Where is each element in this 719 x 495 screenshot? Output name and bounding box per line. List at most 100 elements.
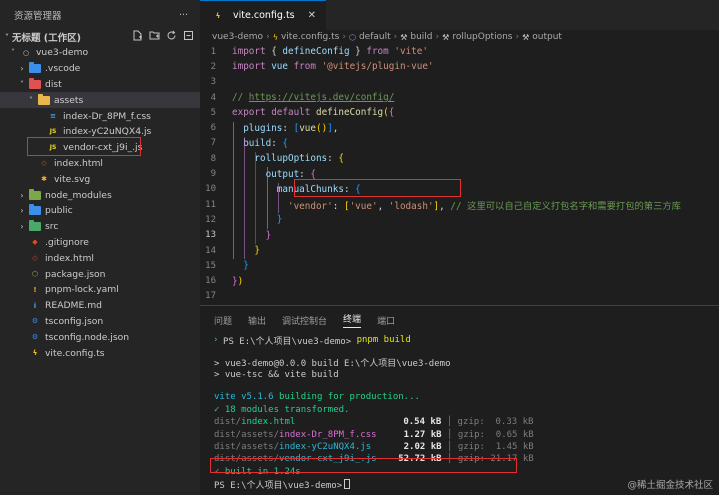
breadcrumb-item[interactable]: build (410, 32, 432, 42)
code-token: '@vitejs/plugin-vue' (321, 61, 434, 73)
output-size: 1.27 kB (403, 429, 442, 440)
workspace-section[interactable]: ˅ 无标题 (工作区) (0, 30, 200, 44)
collapse-all-icon[interactable] (183, 30, 194, 41)
tree-item[interactable]: ! pnpm-lock.yaml (0, 282, 200, 298)
code-line[interactable]: 16}) (200, 273, 719, 288)
tree-item[interactable]: ◇ index.html (0, 250, 200, 266)
line-number: 16 (205, 276, 216, 287)
code-token: https://vitejs.dev/config/ (248, 92, 395, 104)
tree-item[interactable]: › public (0, 203, 200, 219)
code-token: , (377, 200, 389, 212)
tree-item[interactable]: ◇ index.html (0, 156, 200, 172)
tree-item[interactable]: ⚙ tsconfig.json (0, 314, 200, 330)
code-token: : (332, 200, 344, 212)
code-line[interactable]: 8 rollupOptions: { (200, 151, 719, 166)
wrench-icon: ⚒ (522, 32, 530, 42)
tree-item[interactable]: ⬡ package.json (0, 266, 200, 282)
panel-tab[interactable]: 调试控制台 (282, 314, 327, 327)
tree-item[interactable]: ˅ assets (0, 92, 200, 109)
tree-item-label: index.html (54, 157, 103, 169)
editor-tab-bar: ϟ vite.config.ts ✕ (200, 0, 719, 30)
code-token: , (332, 122, 339, 134)
terminal-output: > vue3-demo@0.0.0 build E:\个人项目\vue3-dem… (214, 359, 451, 370)
code-line[interactable]: 7 build: { (200, 136, 719, 151)
tree-item-label: public (45, 205, 73, 217)
tree-item[interactable]: i README.md (0, 298, 200, 314)
tree-item[interactable]: ⚙ tsconfig.node.json (0, 329, 200, 345)
line-number: 9 (210, 169, 216, 180)
code-line[interactable]: 4 // https://vitejs.dev/config/ (200, 90, 719, 105)
tree-item[interactable]: › .vscode (0, 61, 200, 77)
chevron-down-icon: ˅ (20, 79, 24, 89)
indent-guide (244, 136, 246, 260)
code-token: plugins (232, 122, 283, 134)
code-token: 'lodash' (388, 200, 434, 212)
bottom-panel: 问题 输出 调试控制台 终端 端口 › PS E:\个人项目\vue3-demo> pn… (200, 305, 719, 495)
tree-item[interactable]: ◆ .gitignore (0, 235, 200, 251)
breadcrumb-item[interactable]: rollupOptions (452, 32, 512, 42)
tree-item[interactable]: ϟ vite.config.ts (0, 345, 200, 361)
panel-tab[interactable]: 端口 (377, 314, 395, 327)
tree-item[interactable]: ˅ ○ vue3-demo (0, 45, 200, 61)
chevron-right-icon: › (435, 32, 440, 42)
code-line[interactable]: 5 export default defineConfig({ (200, 105, 719, 120)
panel-tab[interactable]: 问题 (214, 314, 232, 327)
output-file: index-yC2uNQX4.js (279, 441, 372, 452)
tree-item[interactable]: › node_modules (0, 187, 200, 203)
code-line[interactable]: 15 } (200, 258, 719, 273)
panel-tab[interactable]: 输出 (248, 314, 266, 327)
html-file-icon: ◇ (32, 254, 38, 263)
tree-item[interactable]: › src (0, 219, 200, 235)
folder-icon (29, 62, 41, 74)
code-token: : (327, 153, 339, 165)
breadcrumb-item[interactable]: vue3-demo (212, 32, 263, 42)
breadcrumb-item[interactable]: default (359, 32, 391, 42)
code-token: () (315, 122, 328, 134)
code-line[interactable]: 17 (200, 289, 719, 304)
tree-item[interactable]: ≡ index-Dr_8PM_f.css (0, 108, 200, 124)
code-line[interactable]: 12 } (200, 212, 719, 227)
code-text: export default defineConfig({ (232, 107, 394, 118)
panel-tab[interactable]: 终端 (343, 312, 362, 328)
code-view[interactable]: 1 import { defineConfig } from 'vite' 2 imp… (200, 44, 719, 304)
code-line[interactable]: 3 (200, 75, 719, 90)
line-number: 6 (210, 123, 216, 134)
code-text: } (232, 230, 272, 241)
indent-guide (255, 152, 257, 244)
code-token: { (338, 153, 344, 165)
close-icon[interactable]: ✕ (308, 10, 316, 21)
code-line[interactable]: 2 import vue from '@vitejs/plugin-vue' (200, 59, 719, 74)
refresh-icon[interactable] (166, 30, 177, 41)
new-folder-icon[interactable] (149, 30, 160, 41)
code-text: import { defineConfig } from 'vite' (232, 46, 428, 57)
code-token: { (271, 46, 283, 58)
output-dir: dist/assets/ (214, 429, 280, 440)
code-text: 'vendor': ['vue', 'lodash'], // 这里可以自己自定… (232, 198, 681, 212)
tree-item-label: dist (45, 78, 62, 90)
code-line[interactable]: 13 } (200, 228, 719, 243)
tab-vite-config[interactable]: ϟ vite.config.ts ✕ (200, 0, 327, 30)
chevron-right-icon: › (20, 190, 24, 200)
code-token: vue (271, 61, 294, 73)
code-token: 'vite' (394, 46, 428, 58)
line-number: 14 (205, 245, 216, 256)
breadcrumb-item[interactable]: output (532, 32, 562, 42)
tree-item-label: tsconfig.json (45, 315, 104, 327)
line-number: 15 (205, 260, 216, 271)
code-line[interactable]: 6 plugins: [vue()], (200, 120, 719, 135)
code-token: rollupOptions (232, 153, 328, 165)
code-token: : (282, 122, 294, 134)
tree-item[interactable]: ✱ vite.svg (0, 171, 200, 187)
code-token: : (299, 168, 311, 180)
tree-item-label: vite.svg (54, 173, 91, 185)
folder-icon (38, 93, 50, 106)
code-line[interactable]: 14 } (200, 243, 719, 258)
more-actions-icon[interactable]: ··· (179, 10, 188, 21)
code-line[interactable]: 1 import { defineConfig } from 'vite' (200, 44, 719, 59)
watermark: @稀土掘金技术社区 (627, 480, 713, 491)
new-file-icon[interactable] (132, 30, 143, 41)
code-token: export (232, 107, 272, 119)
yaml-file-icon: ! (33, 285, 37, 294)
tree-item[interactable]: ˅ dist (0, 77, 200, 93)
breadcrumb-item[interactable]: vite.config.ts (281, 32, 339, 42)
